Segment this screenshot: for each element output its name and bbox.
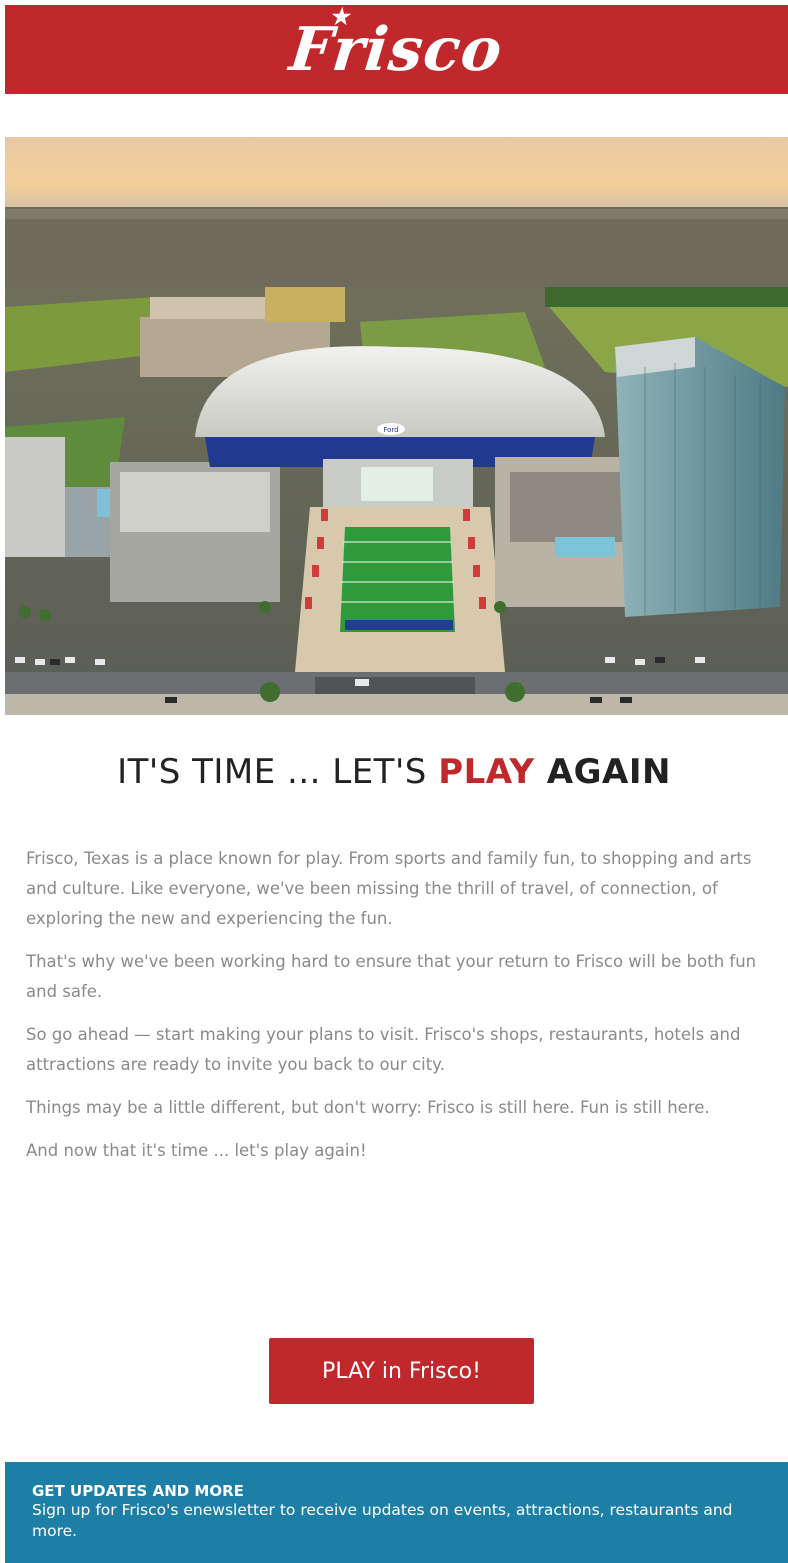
headline-again: AGAIN xyxy=(534,752,671,792)
hero-image[interactable]: Ford xyxy=(5,137,788,715)
footer-text: Sign up for Frisco's enewsletter to rece… xyxy=(32,1501,733,1540)
body-paragraph: Frisco, Texas is a place known for play.… xyxy=(26,849,752,928)
body-paragraph: That's why we've been working hard to en… xyxy=(26,952,757,1001)
body-paragraph: So go ahead — start making your plans to… xyxy=(26,1025,741,1074)
headline-part-1: IT'S TIME ... LET'S xyxy=(117,752,439,792)
star-icon: ★ xyxy=(330,3,354,30)
stadium-sign-text: Ford xyxy=(383,426,398,434)
play-in-frisco-button[interactable]: PLAY in Frisco! xyxy=(269,1338,534,1404)
frisco-logo[interactable]: ★ Frisco xyxy=(287,4,507,85)
headline-play: PLAY xyxy=(438,752,535,792)
body-paragraph: Things may be a little different, but do… xyxy=(26,1098,710,1117)
footer-title: GET UPDATES AND MORE xyxy=(32,1482,244,1500)
body-copy: Frisco, Texas is a place known for play.… xyxy=(26,844,771,1179)
logo-text: Frisco xyxy=(286,14,507,85)
body-paragraph: And now that it's time ... let's play ag… xyxy=(26,1141,367,1160)
headline: IT'S TIME ... LET'S PLAY AGAIN xyxy=(0,752,788,792)
header-banner: ★ Frisco xyxy=(5,4,788,94)
email-page: ★ Frisco Ford IT'S TIME ... LET'S PLAY A… xyxy=(0,0,788,1563)
newsletter-footer[interactable]: GET UPDATES AND MORE Sign up for Frisco'… xyxy=(5,1462,788,1563)
